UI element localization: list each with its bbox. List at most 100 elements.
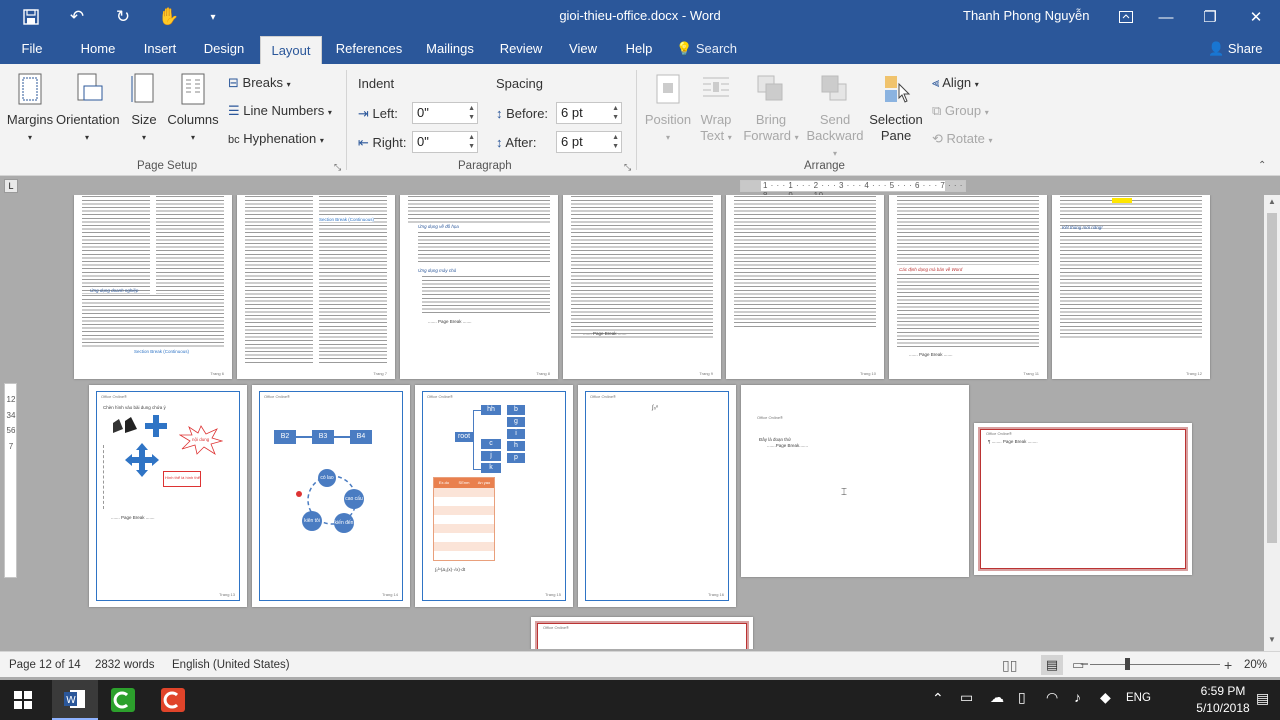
- user-name[interactable]: Thanh Phong Nguyễn: [963, 8, 1089, 23]
- zoom-level[interactable]: 20%: [1244, 652, 1267, 678]
- orientation-button[interactable]: Orientation ▾: [56, 72, 120, 146]
- save-icon[interactable]: [14, 0, 48, 34]
- zoom-out-icon[interactable]: −: [1080, 652, 1089, 678]
- bring-forward-button[interactable]: Bring Forward ▾: [742, 72, 800, 146]
- dropbox-icon[interactable]: ◆: [1100, 689, 1111, 706]
- align-button[interactable]: ⫷ Align ▾: [932, 72, 979, 94]
- tab-help[interactable]: Help: [620, 34, 658, 64]
- minimize-icon[interactable]: —: [1144, 0, 1188, 34]
- camtasia-studio-icon[interactable]: [150, 680, 196, 720]
- tab-view[interactable]: View: [562, 34, 604, 64]
- zoom-in-icon[interactable]: +: [1224, 652, 1232, 678]
- ribbon-display-options-icon[interactable]: [1104, 0, 1148, 34]
- wifi-icon[interactable]: ◠: [1046, 689, 1058, 706]
- page-header: Office Online®: [264, 394, 290, 399]
- network-icon[interactable]: ▭: [960, 689, 973, 706]
- table-header-row: Ex.do SEnm An yao: [434, 478, 494, 488]
- page-thumbnail[interactable]: Kết thúng mới năng! Trang 12: [1052, 195, 1210, 379]
- share-button[interactable]: 👤 Share: [1208, 34, 1263, 64]
- tell-me-search[interactable]: 💡 Search: [676, 34, 737, 64]
- hyphenation-button[interactable]: bc Hyphenation ▾: [228, 128, 324, 150]
- line-numbers-button[interactable]: ☰ Line Numbers ▾: [228, 100, 332, 122]
- word-count[interactable]: 2832 words: [95, 652, 154, 678]
- spacing-before-input[interactable]: 6 pt ▲ ▼: [556, 102, 622, 124]
- wrap-text-button[interactable]: Wrap Text ▾: [694, 72, 738, 146]
- input-language[interactable]: ENG: [1126, 692, 1151, 704]
- battery-icon[interactable]: ▯: [1018, 689, 1026, 706]
- page-thumbnail[interactable]: Office Online® root hh b g i c h p j k E…: [415, 385, 573, 607]
- page-thumbnail[interactable]: Section Break (Continuous) Trang 7: [237, 195, 395, 379]
- tab-references[interactable]: References: [334, 34, 404, 64]
- rotate-button[interactable]: ⟲ Rotate ▾: [932, 128, 992, 150]
- tab-review[interactable]: Review: [496, 34, 546, 64]
- camtasia-recorder-icon[interactable]: [100, 680, 146, 720]
- vertical-scrollbar[interactable]: ▲ ▼: [1264, 195, 1280, 651]
- windows-taskbar: W ⌃ ▭ ☁ ▯ ◠ ♪ ◆ ENG 6:59 PM 5/10/2018 ▤: [0, 680, 1280, 720]
- page-thumbnail[interactable]: Office Online® Đây là đoạn thứ .......Pa…: [741, 385, 969, 577]
- clock-time[interactable]: 6:59 PM: [1194, 684, 1252, 698]
- paragraph-launcher-icon[interactable]: ⤡: [624, 162, 631, 173]
- page-number: Trang 9: [699, 371, 713, 376]
- redo-icon[interactable]: ↻: [106, 0, 140, 34]
- action-center-icon[interactable]: ▤: [1256, 690, 1269, 707]
- restore-icon[interactable]: ❐: [1188, 0, 1232, 34]
- collapse-ribbon-icon[interactable]: ⌃: [1258, 160, 1266, 171]
- document-canvas[interactable]: Ứng dụng doanh nghiệp Section Break (Con…: [20, 195, 1264, 649]
- page-setup-group-label: Page Setup: [137, 160, 198, 172]
- horizontal-ruler[interactable]: 1 · · · 1 · · · 2 · · · 3 · · · 4 · · · …: [740, 180, 966, 200]
- page-thumbnail[interactable]: Office Online® B2 B3 B4 có lao cao cấu k…: [252, 385, 410, 607]
- onedrive-icon[interactable]: ☁: [990, 689, 1004, 706]
- page-thumbnail[interactable]: Ứng dụng về đồ họa Ứng dụng máy chủ ....…: [400, 195, 558, 379]
- scroll-up-icon[interactable]: ▲: [1268, 197, 1276, 206]
- volume-icon[interactable]: ♪: [1074, 689, 1081, 705]
- tab-design[interactable]: Design: [198, 34, 250, 64]
- tree-node: g: [507, 417, 525, 427]
- page-thumbnail[interactable]: Các định dạng mà bản về Word ....... Pag…: [889, 195, 1047, 379]
- page-thumbnail[interactable]: Office Online® ∫₀ⁿ Trang 16: [578, 385, 736, 607]
- tab-stop-selector[interactable]: L: [4, 179, 18, 193]
- zoom-slider[interactable]: [1090, 664, 1220, 665]
- print-layout-icon[interactable]: ▤: [1041, 655, 1063, 675]
- page-thumbnail[interactable]: Trang 10: [726, 195, 884, 379]
- indent-left-input[interactable]: 0" ▲ ▼: [412, 102, 478, 124]
- page-setup-launcher-icon[interactable]: ⤡: [334, 162, 341, 173]
- clock-date[interactable]: 5/10/2018: [1190, 701, 1256, 715]
- breaks-button[interactable]: ⊟ Breaks ▾: [228, 72, 291, 94]
- page-count[interactable]: Page 12 of 14: [9, 652, 81, 678]
- indent-right-input[interactable]: 0" ▲ ▼: [412, 131, 478, 153]
- spacing-after-input[interactable]: 6 pt ▲ ▼: [556, 131, 622, 153]
- margins-button[interactable]: Margins ▾: [6, 72, 54, 146]
- position-button[interactable]: Position ▾: [644, 72, 692, 146]
- zoom-slider-thumb[interactable]: [1125, 658, 1130, 670]
- page-text-lines: [408, 195, 550, 223]
- word-app-icon[interactable]: W: [52, 680, 98, 720]
- page-thumbnail[interactable]: Office Online® Chèn hình vào bài dung ch…: [89, 385, 247, 607]
- size-button[interactable]: Size ▾: [126, 72, 162, 146]
- read-mode-icon[interactable]: ▯▯: [1002, 652, 1017, 678]
- page-thumbnail[interactable]: ....... Page Break ....... Trang 9: [563, 195, 721, 379]
- customize-toolbar-icon[interactable]: ▾: [196, 0, 230, 34]
- scrollbar-thumb[interactable]: [1267, 213, 1277, 543]
- windows-start-icon[interactable]: [0, 680, 46, 720]
- language-indicator[interactable]: English (United States): [172, 652, 290, 678]
- group-button[interactable]: ⧉ Group ▾: [932, 100, 989, 122]
- selection-pane-button[interactable]: Selection Pane: [868, 72, 924, 144]
- tab-insert[interactable]: Insert: [138, 34, 182, 64]
- touch-mode-icon[interactable]: ✋: [152, 0, 186, 34]
- columns-button[interactable]: Columns ▾: [166, 72, 220, 146]
- tab-layout[interactable]: Layout: [260, 36, 322, 64]
- breaks-icon: ⊟: [228, 75, 239, 90]
- page-thumbnail[interactable]: Office Online®: [531, 617, 753, 649]
- vertical-ruler[interactable]: 1234567: [4, 383, 17, 578]
- send-backward-button[interactable]: Send Backward ▾: [804, 72, 866, 162]
- tab-mailings[interactable]: Mailings: [420, 34, 480, 64]
- scroll-down-icon[interactable]: ▼: [1268, 635, 1276, 644]
- tab-home[interactable]: Home: [74, 34, 122, 64]
- align-icon: ⫷: [932, 75, 940, 90]
- close-icon[interactable]: ✕: [1234, 0, 1278, 34]
- undo-icon[interactable]: ↶: [60, 0, 94, 34]
- page-thumbnail[interactable]: Ứng dụng doanh nghiệp Section Break (Con…: [74, 195, 232, 379]
- show-hidden-icons-icon[interactable]: ⌃: [932, 690, 944, 707]
- page-thumbnail[interactable]: Office Online® ¶ ........ Page Break ...…: [974, 423, 1192, 575]
- tab-file[interactable]: File: [12, 34, 52, 64]
